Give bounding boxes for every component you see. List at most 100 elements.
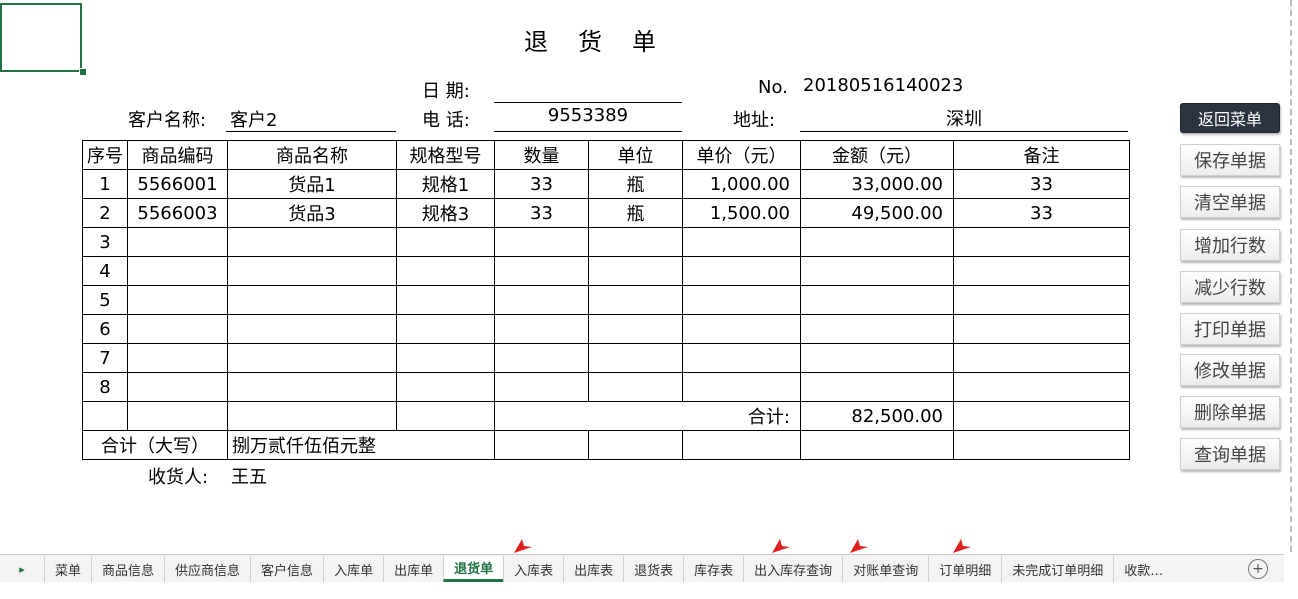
table-cell[interactable] [494, 343, 589, 373]
table-cell[interactable] [682, 430, 801, 460]
table-cell[interactable] [227, 314, 397, 344]
table-cell[interactable] [494, 285, 589, 315]
table-cell[interactable] [588, 256, 683, 286]
tab-inbound-table[interactable]: 入库表 [503, 556, 563, 582]
table-cell[interactable] [800, 227, 954, 257]
table-cell[interactable] [588, 430, 683, 460]
col-header[interactable]: 单价（元） [682, 140, 801, 170]
table-cell[interactable] [682, 314, 801, 344]
tab-outbound-form[interactable]: 出库单 [383, 556, 443, 582]
tab-return-form[interactable]: 退货单 [443, 556, 504, 582]
table-cell[interactable]: 8 [82, 372, 128, 402]
table-cell[interactable] [127, 401, 228, 431]
table-cell[interactable] [800, 343, 954, 373]
tab-inbound-form[interactable]: 入库单 [323, 556, 383, 582]
add-row-button[interactable]: 增加行数 [1180, 229, 1280, 261]
table-cell[interactable]: 49,500.00 [800, 198, 954, 228]
table-cell[interactable] [396, 227, 495, 257]
table-cell[interactable] [127, 314, 228, 344]
table-cell[interactable] [588, 343, 683, 373]
customer-value[interactable]: 客户2 [230, 106, 277, 132]
table-cell[interactable]: 规格1 [396, 169, 495, 199]
save-button[interactable]: 保存单据 [1180, 144, 1280, 176]
col-header[interactable]: 金额（元） [800, 140, 954, 170]
table-cell[interactable] [800, 314, 954, 344]
table-cell[interactable] [494, 314, 589, 344]
table-cell[interactable]: 3 [82, 227, 128, 257]
table-cell[interactable] [227, 285, 397, 315]
table-cell[interactable] [127, 256, 228, 286]
table-cell[interactable] [953, 314, 1130, 344]
edit-button[interactable]: 修改单据 [1180, 354, 1280, 386]
table-cell[interactable] [588, 372, 683, 402]
table-cell[interactable] [953, 372, 1130, 402]
fill-handle[interactable] [79, 68, 87, 76]
table-cell[interactable] [396, 256, 495, 286]
table-cell[interactable]: 2 [82, 198, 128, 228]
table-cell[interactable]: 瓶 [588, 169, 683, 199]
table-cell[interactable]: 33,000.00 [800, 169, 954, 199]
table-cell[interactable] [227, 227, 397, 257]
print-button[interactable]: 打印单据 [1180, 313, 1280, 345]
tab-inventory-table[interactable]: 库存表 [683, 556, 743, 582]
table-cell[interactable]: 6 [82, 314, 128, 344]
selected-cell[interactable] [0, 3, 82, 72]
table-cell[interactable]: 5 [82, 285, 128, 315]
remove-row-button[interactable]: 减少行数 [1180, 271, 1280, 303]
table-cell[interactable]: 1,000.00 [682, 169, 801, 199]
table-cell[interactable]: 33 [494, 169, 589, 199]
col-header[interactable]: 序号 [82, 140, 128, 170]
table-cell[interactable] [800, 430, 954, 460]
table-cell[interactable]: 货品3 [227, 198, 397, 228]
tab-statement-query[interactable]: 对账单查询 [842, 556, 928, 582]
total-value[interactable]: 82,500.00 [800, 401, 954, 431]
table-cell[interactable] [588, 227, 683, 257]
tab-return-table[interactable]: 退货表 [623, 556, 683, 582]
table-cell[interactable] [800, 256, 954, 286]
tab-order-details[interactable]: 订单明细 [928, 556, 1001, 582]
phone-value[interactable]: 9553389 [494, 105, 682, 126]
table-cell[interactable] [953, 227, 1130, 257]
table-cell[interactable] [396, 372, 495, 402]
table-cell[interactable] [682, 343, 801, 373]
table-cell[interactable] [494, 430, 589, 460]
table-cell[interactable]: 1 [82, 169, 128, 199]
no-value[interactable]: 20180516140023 [803, 75, 963, 96]
table-cell[interactable] [800, 285, 954, 315]
table-cell[interactable] [227, 256, 397, 286]
table-cell[interactable] [682, 227, 801, 257]
table-cell[interactable]: 5566001 [127, 169, 228, 199]
table-cell[interactable] [953, 285, 1130, 315]
col-header[interactable]: 数量 [494, 140, 589, 170]
tab-outbound-table[interactable]: 出库表 [563, 556, 623, 582]
table-cell[interactable]: 1,500.00 [682, 198, 801, 228]
col-header[interactable]: 备注 [953, 140, 1130, 170]
table-cell[interactable] [82, 401, 128, 431]
table-cell[interactable]: 4 [82, 256, 128, 286]
table-cell[interactable] [494, 401, 589, 431]
tab-receipts[interactable]: 收款… [1113, 556, 1173, 582]
table-cell[interactable] [588, 285, 683, 315]
table-cell[interactable] [227, 372, 397, 402]
table-cell[interactable] [396, 343, 495, 373]
tab-inventory-query[interactable]: 出入库存查询 [743, 556, 842, 582]
address-value[interactable]: 深圳 [800, 105, 1128, 131]
worksheet[interactable]: 退货单 日 期: No. 20180516140023 客户名称: 客户2 电 … [0, 0, 1292, 552]
query-button[interactable]: 查询单据 [1180, 438, 1280, 470]
col-header[interactable]: 商品编码 [127, 140, 228, 170]
table-cell[interactable] [127, 372, 228, 402]
table-cell[interactable]: 33 [953, 198, 1130, 228]
tab-open-orders[interactable]: 未完成订单明细 [1001, 556, 1113, 582]
table-cell[interactable] [800, 372, 954, 402]
tab-customer-info[interactable]: 客户信息 [250, 556, 323, 582]
receiver-value[interactable]: 王五 [231, 463, 267, 489]
tab-menu[interactable]: 菜单 [44, 556, 91, 582]
tab-supplier-info[interactable]: 供应商信息 [164, 556, 250, 582]
table-cell[interactable]: 货品1 [227, 169, 397, 199]
table-cell[interactable] [953, 343, 1130, 373]
back-to-menu-button[interactable]: 返回菜单 [1180, 103, 1280, 133]
table-cell[interactable] [127, 227, 228, 257]
table-cell[interactable] [682, 256, 801, 286]
table-cell[interactable] [588, 314, 683, 344]
table-cell[interactable]: 7 [82, 343, 128, 373]
